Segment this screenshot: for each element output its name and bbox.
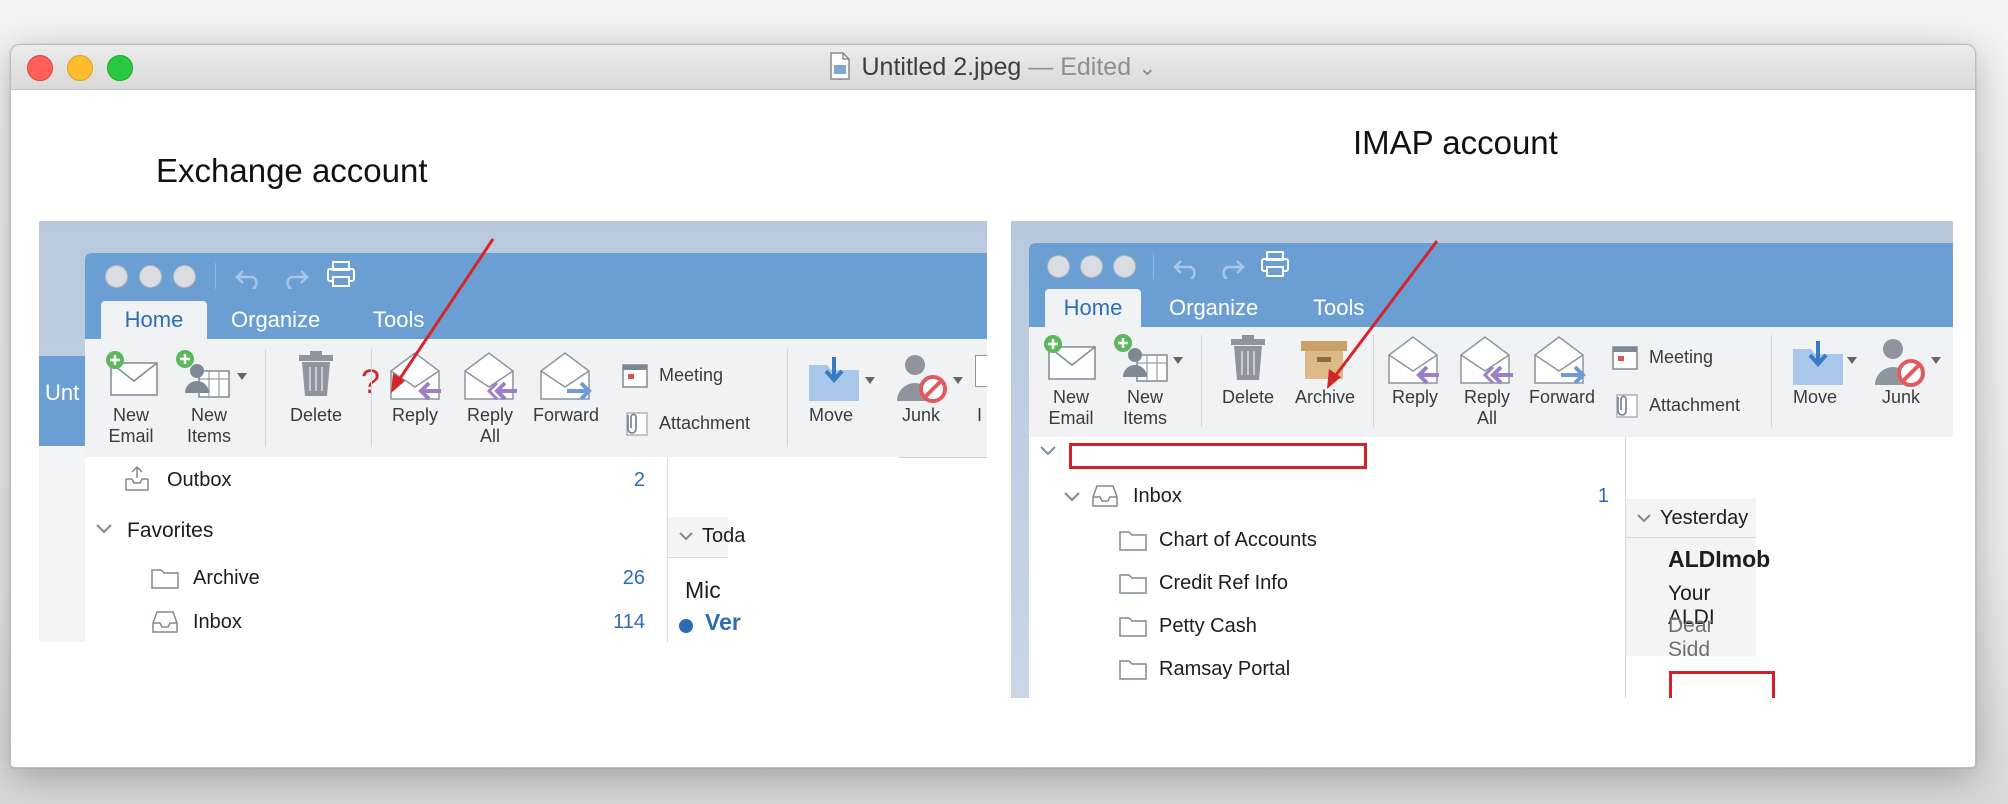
imap-account-label: IMAP account <box>1353 124 1558 161</box>
chevron-down-icon[interactable]: ⌄ <box>1138 55 1156 80</box>
document-file-name: Untitled 2.jpeg <box>861 53 1022 81</box>
exchange-account-label: Exchange account <box>156 152 428 189</box>
imap-screenshot: Home Organize Tools New Email New Items <box>1011 221 1953 698</box>
window-titlebar[interactable]: Untitled 2.jpeg — Edited ⌄ <box>11 45 1975 90</box>
document-icon <box>830 52 851 80</box>
title-separator: — <box>1021 53 1061 81</box>
annotation-arrow-right <box>1327 240 1439 389</box>
exchange-screenshot: Unt Home Organize Tools New Email New It… <box>39 221 987 642</box>
preview-window: Untitled 2.jpeg — Edited ⌄ Exchange acco… <box>10 44 1976 768</box>
annotation-arrow-left <box>391 238 495 393</box>
document-status: Edited <box>1060 53 1132 81</box>
document-title[interactable]: Untitled 2.jpeg — Edited ⌄ <box>11 45 1975 89</box>
